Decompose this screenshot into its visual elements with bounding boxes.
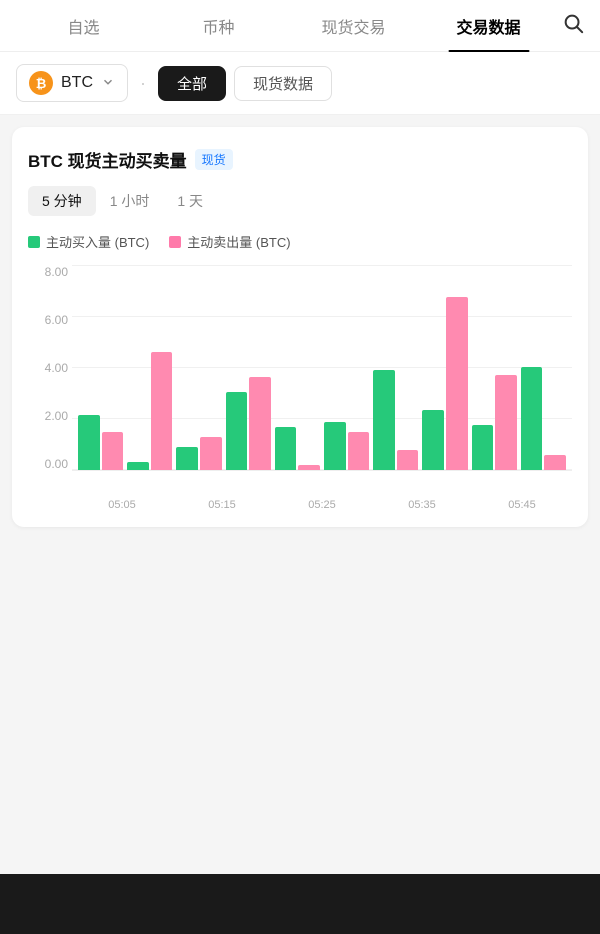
bar-sell: [495, 375, 517, 470]
bar-sell: [249, 377, 271, 470]
tab-spot[interactable]: 现货数据: [234, 66, 332, 101]
coin-label: BTC: [61, 74, 93, 92]
bar-buy: [275, 427, 297, 470]
bar-sell: [544, 455, 566, 470]
bar-buy: [226, 392, 248, 470]
time-selector: 5 分钟 1 小时 1 天: [28, 186, 572, 216]
bar-group: [275, 269, 320, 470]
btc-volume-card: BTC 现货主动买卖量 现货 5 分钟 1 小时 1 天 主动买入量 (BTC)…: [12, 127, 588, 527]
card-title: BTC 现货主动买卖量 现货: [28, 147, 572, 172]
bar-sell: [446, 297, 468, 470]
time-btn-1d[interactable]: 1 天: [163, 186, 217, 216]
x-axis: 05:05 05:15 05:25 05:35 05:45: [28, 499, 572, 511]
spot-badge: 现货: [195, 149, 233, 170]
top-navigation: 自选 币种 现货交易 交易数据: [0, 0, 600, 52]
legend-sell-label: 主动卖出量 (BTC): [187, 232, 290, 251]
y-axis: 0.00 2.00 4.00 6.00 8.00: [28, 265, 68, 471]
bar-group: [422, 269, 467, 470]
coin-selector[interactable]: ₿ BTC: [16, 64, 128, 102]
x-label-0535: 05:35: [372, 499, 472, 511]
bar-group: [521, 269, 566, 470]
time-btn-5min[interactable]: 5 分钟: [28, 186, 96, 216]
bar-group: [176, 269, 221, 470]
bar-sell: [397, 450, 419, 470]
bar-buy: [472, 425, 494, 470]
bar-group: [324, 269, 369, 470]
y-label-8: 8.00: [28, 265, 68, 279]
bar-group: [472, 269, 517, 470]
nav-item-currency[interactable]: 币种: [151, 0, 286, 52]
filter-row: ₿ BTC · 全部 现货数据: [0, 52, 600, 115]
legend-buy-color: [28, 236, 40, 248]
divider: ·: [140, 73, 146, 94]
nav-item-spot-trade[interactable]: 现货交易: [286, 0, 421, 52]
chevron-down-icon: [101, 75, 115, 92]
legend-buy: 主动买入量 (BTC): [28, 232, 149, 251]
legend-sell: 主动卖出量 (BTC): [169, 232, 290, 251]
bar-buy: [127, 462, 149, 470]
y-label-0: 0.00: [28, 457, 68, 471]
chart-area: 0.00 2.00 4.00 6.00 8.00: [28, 265, 572, 495]
legend-sell-color: [169, 236, 181, 248]
y-label-2: 2.00: [28, 409, 68, 423]
bars-container: [72, 265, 572, 470]
bar-buy: [78, 415, 100, 470]
y-label-4: 4.00: [28, 361, 68, 375]
chart-legend: 主动买入量 (BTC) 主动卖出量 (BTC): [28, 232, 572, 251]
bar-group: [373, 269, 418, 470]
tab-all[interactable]: 全部: [158, 66, 226, 101]
bar-buy: [521, 367, 543, 470]
bar-sell: [298, 465, 320, 470]
bar-buy: [373, 370, 395, 471]
bottom-bar: [0, 874, 600, 934]
x-label-0505: 05:05: [72, 499, 172, 511]
chart-inner: [72, 265, 572, 471]
bar-sell: [102, 432, 124, 470]
btc-icon: ₿: [29, 71, 53, 95]
bar-sell: [151, 352, 173, 470]
legend-buy-label: 主动买入量 (BTC): [46, 232, 149, 251]
bar-buy: [324, 422, 346, 470]
bar-group: [78, 269, 123, 470]
x-label-0515: 05:15: [172, 499, 272, 511]
nav-item-trade-data[interactable]: 交易数据: [421, 0, 556, 52]
x-label-0525: 05:25: [272, 499, 372, 511]
bar-sell: [200, 437, 222, 470]
x-label-0545: 05:45: [472, 499, 572, 511]
time-btn-1h[interactable]: 1 小时: [96, 186, 164, 216]
data-type-tabs: 全部 现货数据: [158, 66, 332, 101]
bar-buy: [176, 447, 198, 470]
y-label-6: 6.00: [28, 313, 68, 327]
search-icon[interactable]: [556, 12, 584, 40]
bar-buy: [422, 410, 444, 470]
bar-group: [127, 269, 172, 470]
bar-group: [226, 269, 271, 470]
card-title-text: BTC 现货主动买卖量: [28, 147, 187, 172]
bar-sell: [348, 432, 370, 470]
nav-item-watchlist[interactable]: 自选: [16, 0, 151, 52]
